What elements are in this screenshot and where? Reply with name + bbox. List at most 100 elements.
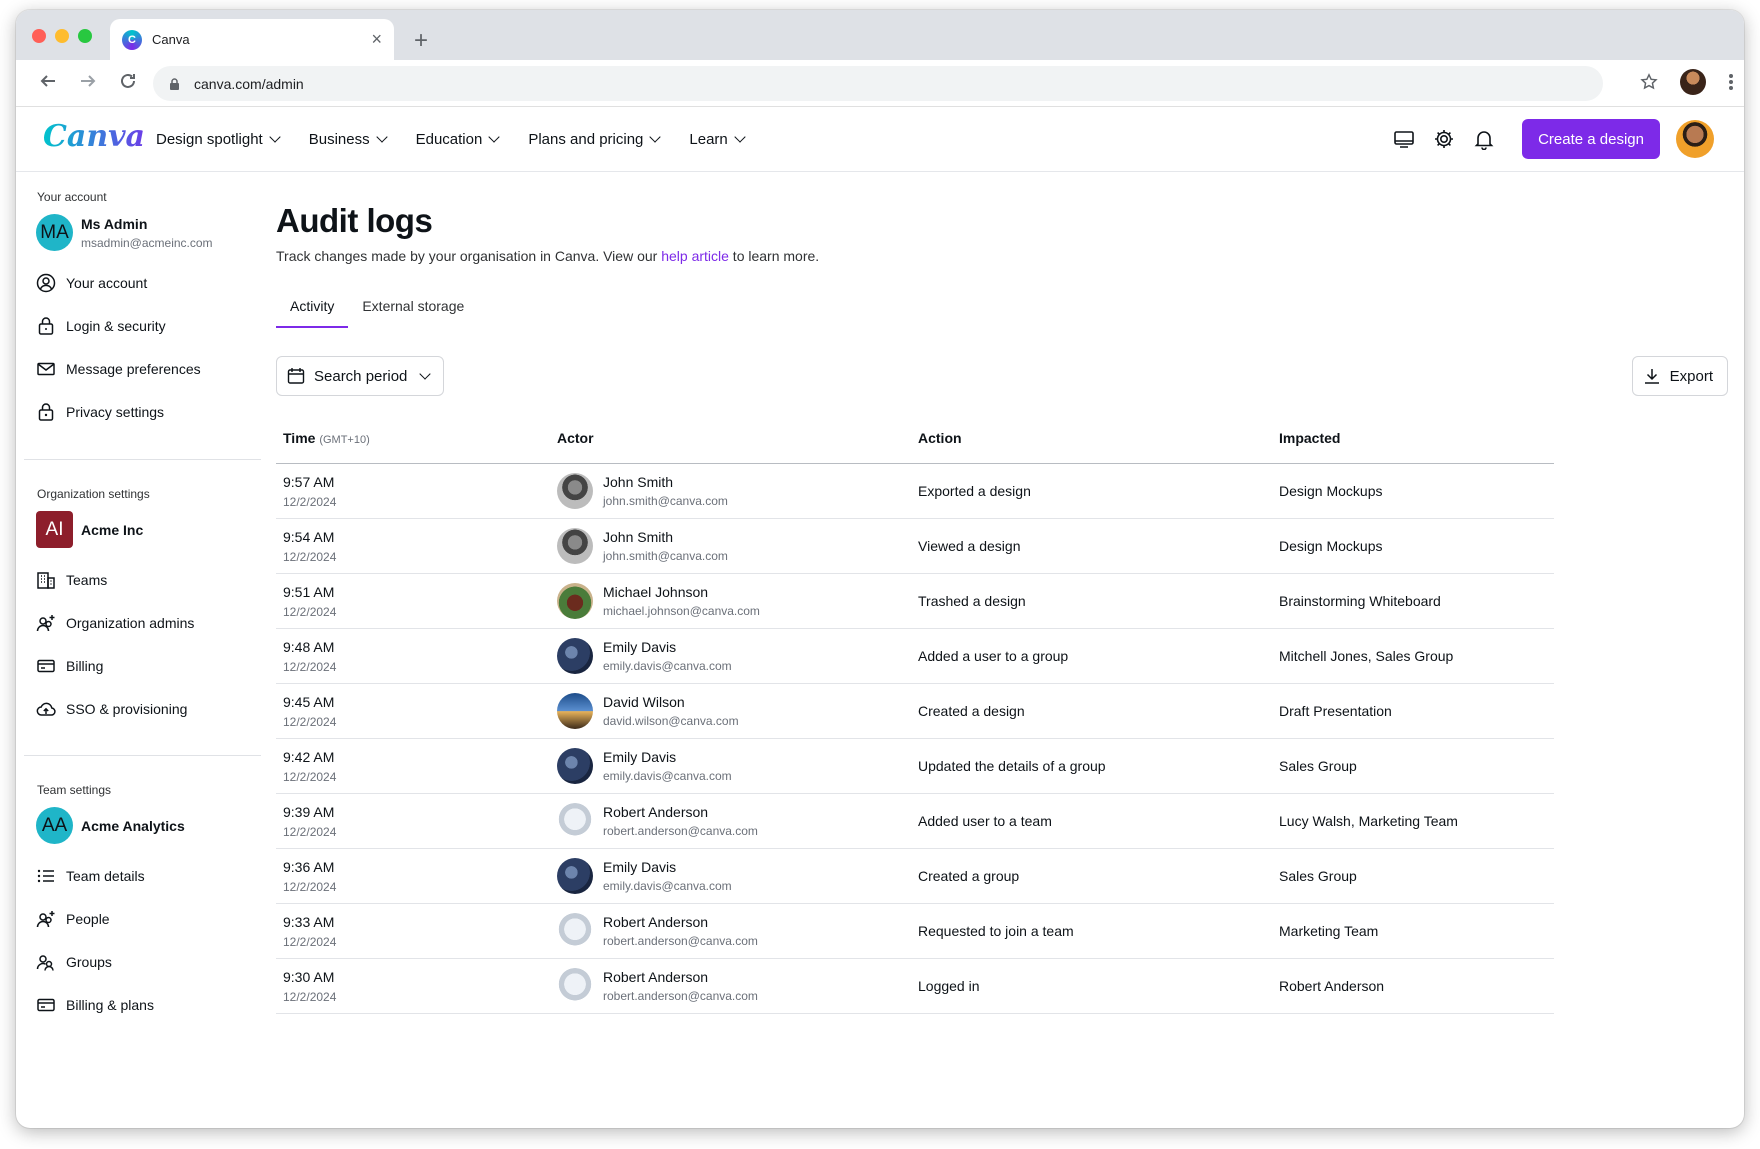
column-header-action[interactable]: Action <box>918 430 1279 446</box>
time-value: 9:48 AM <box>283 638 335 655</box>
impacted-cell: Sales Group <box>1279 868 1357 884</box>
nav-label: Learn <box>689 131 728 148</box>
tab-activity[interactable]: Activity <box>276 298 349 328</box>
create-design-button[interactable]: Create a design <box>1522 119 1660 159</box>
reload-icon[interactable] <box>108 72 148 96</box>
lock-icon <box>38 316 54 335</box>
browser-tab[interactable]: C Canva × <box>110 19 394 60</box>
nav-label: Business <box>308 131 370 148</box>
table-row[interactable]: 9:42 AM 12/2/2024 Emily Davis emily.davis@c… <box>276 739 1554 794</box>
table-row[interactable]: 9:45 AM 12/2/2024 David Wilson david.wilson… <box>276 684 1554 739</box>
download-icon <box>1644 369 1659 384</box>
sidebar-item-sso-provisioning[interactable]: SSO & provisioning <box>36 687 261 730</box>
sidebar-item-label: Billing & plans <box>66 996 154 1013</box>
actor-email: david.wilson@canva.com <box>603 714 739 728</box>
page-title: Audit logs <box>276 202 433 239</box>
list-icon <box>37 869 54 882</box>
nav-learn[interactable]: Learn <box>689 131 746 148</box>
new-tab-icon[interactable]: + <box>414 27 428 55</box>
sidebar-item-message-preferences[interactable]: Message preferences <box>36 347 261 390</box>
actor-cell: Robert Anderson robert.anderson@canva.com <box>557 803 918 839</box>
tab-external-storage[interactable]: External storage <box>348 298 478 328</box>
actor-email: robert.anderson@canva.com <box>603 989 758 1003</box>
nav-education[interactable]: Education <box>416 131 500 148</box>
browser-profile-avatar[interactable] <box>1680 69 1706 95</box>
action-cell: Created a group <box>918 868 1020 884</box>
time-value: 9:45 AM <box>283 693 335 710</box>
nav-design-spotlight[interactable]: Design spotlight <box>156 131 281 148</box>
sidebar-item-your-account[interactable]: Your account <box>36 261 261 304</box>
maximize-window-button[interactable] <box>78 29 92 43</box>
chevron-down-icon <box>734 131 746 143</box>
close-window-button[interactable] <box>32 29 46 43</box>
impacted-cell: Design Mockups <box>1279 538 1383 554</box>
forward-icon[interactable] <box>68 72 108 96</box>
nav-plans-and-pricing[interactable]: Plans and pricing <box>528 131 662 148</box>
table-row[interactable]: 9:36 AM 12/2/2024 Emily Davis emily.davis@c… <box>276 849 1554 904</box>
sidebar-item-groups[interactable]: Groups <box>36 940 261 983</box>
table-row[interactable]: 9:54 AM 12/2/2024 John Smith john.smith@can… <box>276 519 1554 574</box>
back-icon[interactable] <box>28 72 68 96</box>
sidebar-item-privacy-settings[interactable]: Privacy settings <box>36 390 261 433</box>
table-row[interactable]: 9:57 AM 12/2/2024 John Smith john.smith@can… <box>276 464 1554 519</box>
sidebar-item-login-security[interactable]: Login & security <box>36 304 261 347</box>
impacted-cell: Lucy Walsh, Marketing Team <box>1279 813 1458 829</box>
minimize-window-button[interactable] <box>55 29 69 43</box>
actor-email: michael.johnson@canva.com <box>603 604 760 618</box>
sidebar-item-billing[interactable]: Billing <box>36 644 261 687</box>
impacted-cell: Draft Presentation <box>1279 703 1392 719</box>
bookmark-star-icon[interactable] <box>1640 73 1658 91</box>
impacted-cell: Mitchell Jones, Sales Group <box>1279 648 1454 664</box>
actor-avatar <box>557 583 593 619</box>
browser-menu-icon[interactable] <box>1728 73 1734 91</box>
actor-avatar <box>557 693 593 729</box>
table-row[interactable]: 9:51 AM 12/2/2024 Michael Johnson michael.j… <box>276 574 1554 629</box>
actor-cell: Michael Johnson michael.johnson@canva.com <box>557 583 918 619</box>
close-tab-icon[interactable]: × <box>371 29 382 50</box>
sidebar-item-teams[interactable]: Teams <box>36 558 261 601</box>
desktop-app-icon[interactable] <box>1392 127 1416 151</box>
help-article-link[interactable]: help article <box>661 248 729 264</box>
time-value: 9:30 AM <box>283 968 335 985</box>
gear-icon[interactable] <box>1432 127 1456 151</box>
canva-logo[interactable]: Canva <box>43 119 145 154</box>
column-header-time[interactable]: Time (GMT+10) <box>276 430 557 446</box>
browser-window: C Canva × + canva.com/admin Canva Design… <box>16 10 1744 1128</box>
time-cell: 9:48 AM 12/2/2024 <box>276 639 557 674</box>
export-button[interactable]: Export <box>1631 356 1728 396</box>
user-avatar[interactable] <box>1676 120 1714 158</box>
cloud-upload-icon <box>36 702 56 716</box>
actor-cell: Robert Anderson robert.anderson@canva.com <box>557 913 918 949</box>
actor-name: Emily Davis <box>603 749 677 765</box>
section-heading: Organization settings <box>37 487 150 501</box>
table-row[interactable]: 9:33 AM 12/2/2024 Robert Anderson robert.an… <box>276 904 1554 959</box>
impacted-cell: Sales Group <box>1279 758 1357 774</box>
nav-business[interactable]: Business <box>308 131 388 148</box>
column-header-actor[interactable]: Actor <box>557 430 918 446</box>
sidebar-item-label: Teams <box>66 571 108 588</box>
actor-email: emily.davis@canva.com <box>603 879 732 893</box>
address-bar[interactable]: canva.com/admin <box>153 66 1603 101</box>
column-header-impacted[interactable]: Impacted <box>1279 430 1554 446</box>
sidebar-item-label: Privacy settings <box>66 403 165 420</box>
actor-cell: Emily Davis emily.davis@canva.com <box>557 638 918 674</box>
table-row[interactable]: 9:39 AM 12/2/2024 Robert Anderson robert.an… <box>276 794 1554 849</box>
building-icon <box>37 571 55 589</box>
actor-cell: Emily Davis emily.davis@canva.com <box>557 748 918 784</box>
sidebar-item-team-details[interactable]: Team details <box>36 854 261 897</box>
table-row[interactable]: 9:48 AM 12/2/2024 Emily Davis emily.davis@c… <box>276 629 1554 684</box>
action-cell: Viewed a design <box>918 538 1021 554</box>
sidebar-item-organization-admins[interactable]: Organization admins <box>36 601 261 644</box>
actor-name: Emily Davis <box>603 859 677 875</box>
bell-icon[interactable] <box>1472 127 1496 151</box>
sidebar-item-label: Message preferences <box>66 360 201 377</box>
sidebar-item-people[interactable]: People <box>36 897 261 940</box>
chevron-down-icon <box>375 131 388 143</box>
time-cell: 9:36 AM 12/2/2024 <box>276 859 557 894</box>
sidebar-item-billing-plans[interactable]: Billing & plans <box>36 983 261 1026</box>
organization-profile: AI Acme Inc <box>36 511 261 548</box>
action-cell: Logged in <box>918 978 980 994</box>
table-row[interactable]: 9:30 AM 12/2/2024 Robert Anderson robert.an… <box>276 959 1554 1014</box>
search-period-dropdown[interactable]: Search period <box>276 356 445 396</box>
date-value: 12/2/2024 <box>283 934 337 949</box>
